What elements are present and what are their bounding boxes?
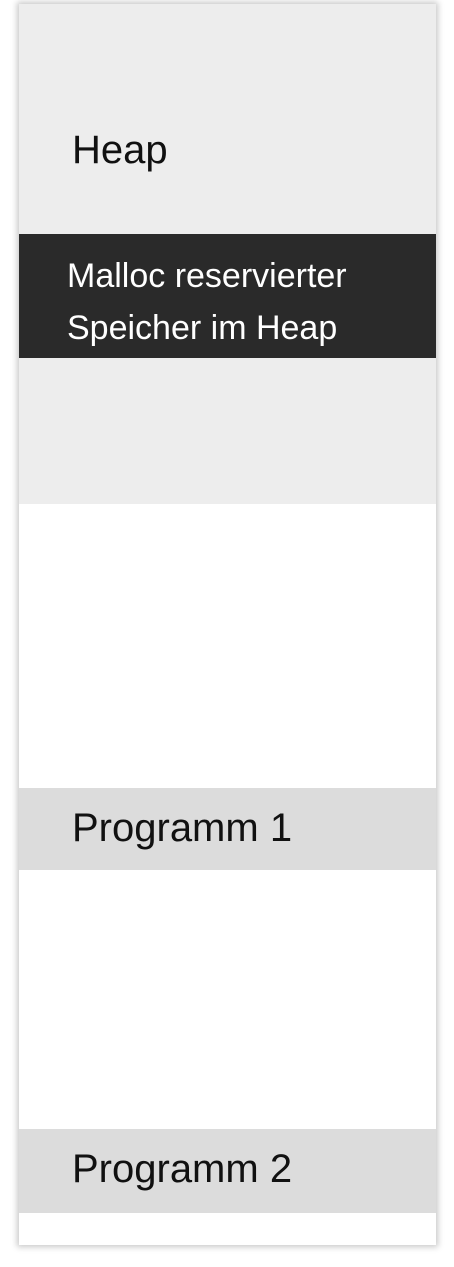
program-2-block: Programm 2 [19, 1129, 436, 1213]
malloc-label: Malloc reservierter Speicher im Heap [67, 257, 347, 347]
heap-region: Heap Malloc reservierter Speicher im Hea… [19, 4, 436, 504]
program-1-label: Programm 1 [72, 806, 293, 850]
program-1-block: Programm 1 [19, 788, 436, 870]
heap-label: Heap [72, 128, 168, 172]
malloc-block: Malloc reservierter Speicher im Heap [19, 234, 436, 358]
memory-column: Heap Malloc reservierter Speicher im Hea… [19, 4, 436, 1245]
program-2-label: Programm 2 [72, 1147, 293, 1191]
